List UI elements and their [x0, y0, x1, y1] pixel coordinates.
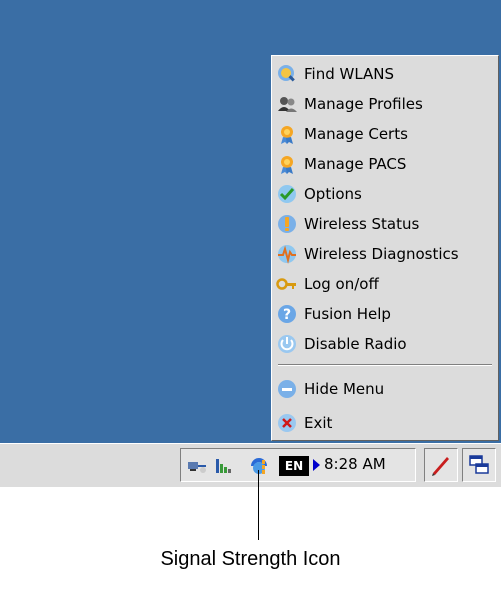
svg-text:?: ?	[283, 307, 291, 323]
key-icon	[276, 273, 298, 295]
menu-item-manage-profiles[interactable]: Manage Profiles	[276, 89, 496, 119]
menu-item-log-on-off[interactable]: Log on/off	[276, 269, 496, 299]
signal-strength-icon[interactable]	[249, 456, 269, 476]
menu-item-label: Wireless Diagnostics	[304, 245, 459, 263]
menu-item-label: Fusion Help	[304, 305, 391, 323]
menu-item-label: Find WLANS	[304, 65, 395, 83]
manage-certs-icon	[276, 123, 298, 145]
menu-item-wireless-diagnostics[interactable]: Wireless Diagnostics	[276, 239, 496, 269]
menu-item-manage-certs[interactable]: Manage Certs	[276, 119, 496, 149]
tray-expand-arrow-icon[interactable]	[313, 459, 320, 471]
menu-item-label: Log on/off	[304, 275, 379, 293]
menu-item-label: Exit	[304, 414, 333, 432]
options-checkmark-icon	[276, 183, 298, 205]
menu-item-label: Wireless Status	[304, 215, 420, 233]
input-panel-button[interactable]	[424, 448, 458, 482]
menu-item-disable-radio[interactable]: Disable Radio	[276, 329, 496, 359]
pen-icon	[429, 453, 453, 477]
manage-profiles-icon	[276, 93, 298, 115]
callout-pointer-line	[258, 470, 259, 540]
menu-item-exit[interactable]: Exit	[276, 408, 496, 438]
system-tray: EN 8:28 AM	[180, 448, 416, 482]
hide-menu-icon	[276, 378, 298, 400]
menu-item-label: Manage PACS	[304, 155, 407, 173]
power-icon	[276, 333, 298, 355]
battery-status-icon[interactable]	[213, 456, 233, 476]
taskbar-clock[interactable]: 8:28 AM	[324, 455, 386, 473]
menu-separator	[278, 364, 492, 366]
input-language-badge[interactable]: EN	[279, 456, 309, 476]
menu-item-manage-pacs[interactable]: Manage PACS	[276, 149, 496, 179]
network-connection-icon[interactable]	[187, 456, 207, 476]
menu-item-wireless-status[interactable]: Wireless Status	[276, 209, 496, 239]
menu-item-label: Hide Menu	[304, 380, 385, 398]
windows-cascade-icon	[467, 453, 491, 477]
wireless-diagnostics-icon	[276, 243, 298, 265]
menu-item-options[interactable]: Options	[276, 179, 496, 209]
fusion-context-menu: Find WLANS Manage Profiles Manage Certs …	[271, 55, 499, 441]
menu-item-label: Manage Profiles	[304, 95, 423, 113]
menu-item-label: Disable Radio	[304, 335, 407, 353]
taskbar: EN 8:28 AM	[0, 443, 501, 487]
callout-label: Signal Strength Icon	[160, 548, 341, 570]
menu-item-fusion-help[interactable]: ? Fusion Help	[276, 299, 496, 329]
wireless-status-icon	[276, 213, 298, 235]
menu-item-hide-menu[interactable]: Hide Menu	[276, 374, 496, 404]
menu-item-label: Options	[304, 185, 362, 203]
menu-item-find-wlans[interactable]: Find WLANS	[276, 59, 496, 89]
manage-pacs-icon	[276, 153, 298, 175]
menu-item-label: Manage Certs	[304, 125, 408, 143]
help-icon: ?	[276, 303, 298, 325]
switch-windows-button[interactable]	[462, 448, 496, 482]
exit-icon	[276, 412, 298, 434]
find-wlans-icon	[276, 63, 298, 85]
